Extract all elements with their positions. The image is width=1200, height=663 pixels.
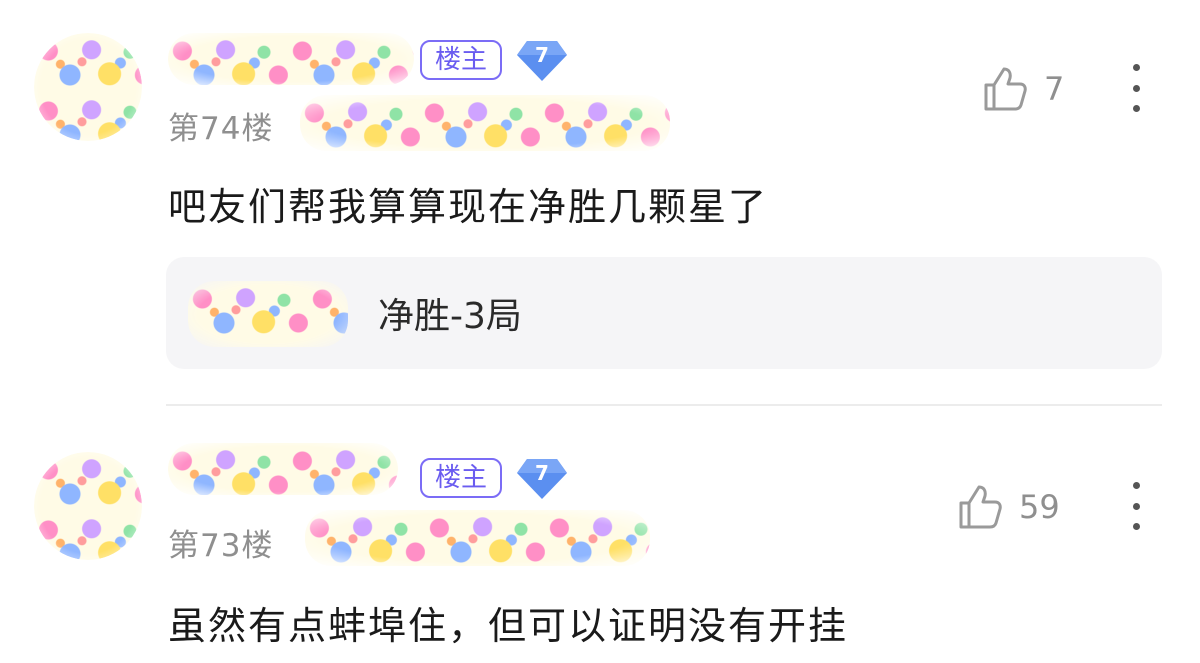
dot (1132, 523, 1140, 530)
floor-number: 第73楼 (168, 528, 274, 564)
reply-text: 净胜-3局 (378, 296, 522, 337)
host-badge: 楼主 (420, 458, 502, 498)
like-count: 7 (1044, 70, 1065, 108)
username-sticker[interactable] (168, 443, 398, 495)
dot (1132, 84, 1140, 92)
ip-location-sticker (300, 95, 670, 151)
more-vertical-icon (1132, 482, 1140, 489)
like-button[interactable]: 7 (982, 64, 1064, 114)
host-badge: 楼主 (420, 40, 502, 80)
level-number: 7 (535, 43, 549, 67)
comment-text: 虽然有点蚌埠住，但可以证明没有开挂 (168, 604, 849, 648)
reply-preview[interactable]: 净胜-3局 (166, 257, 1162, 369)
dot (1132, 105, 1140, 112)
more-options-button[interactable] (1126, 64, 1146, 112)
level-number: 7 (535, 461, 549, 485)
level-badge: 7 (515, 39, 569, 83)
ip-location-sticker (305, 510, 650, 566)
more-vertical-icon (1132, 64, 1140, 71)
like-count: 59 (1019, 488, 1060, 526)
reply-user-sticker (188, 281, 348, 347)
thumbs-up-icon (959, 485, 1002, 529)
divider (166, 404, 1162, 406)
comment-text: 吧友们帮我算算现在净胜几颗星了 (168, 185, 769, 229)
avatar[interactable] (34, 33, 142, 141)
like-button[interactable]: 59 (957, 482, 1060, 532)
level-badge: 7 (515, 457, 569, 501)
username-sticker[interactable] (168, 33, 414, 85)
dot (1132, 502, 1140, 510)
avatar[interactable] (34, 452, 142, 560)
more-options-button[interactable] (1126, 482, 1146, 530)
thumbs-up-icon (984, 67, 1027, 111)
floor-number: 第74楼 (168, 111, 274, 147)
